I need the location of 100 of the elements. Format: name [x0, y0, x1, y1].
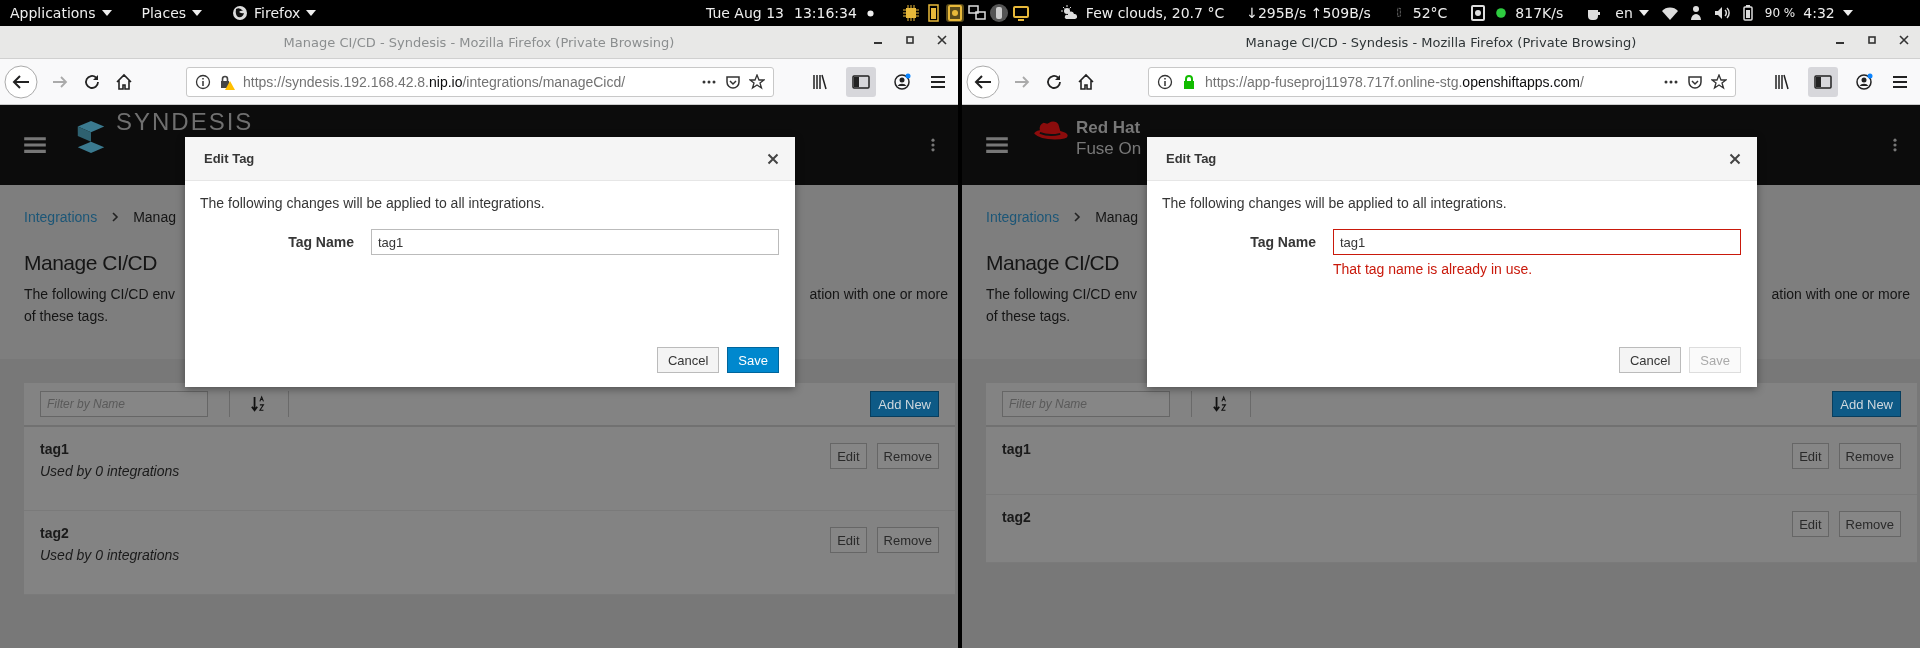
product-name: Fuse On [1076, 138, 1142, 159]
edit-button[interactable]: Edit [1792, 443, 1829, 469]
field-label: Tag Name [287, 233, 355, 252]
chevron-icon [1073, 211, 1082, 223]
cancel-button[interactable]: Cancel [1618, 347, 1682, 373]
chip-icon[interactable] [901, 4, 920, 22]
warning-lock-icon[interactable] [219, 73, 235, 90]
dialog-message: The following changes will be applied to all integrations. [1162, 195, 1508, 211]
network-speed[interactable]: ↓295B/s ↑509B/s [1246, 5, 1371, 21]
page-heading: Manage CI/CD [24, 251, 157, 275]
description-text: ation with one or more [1771, 285, 1910, 304]
back-icon[interactable] [4, 64, 38, 99]
caret-icon[interactable] [1842, 10, 1853, 16]
kebab-icon[interactable] [1892, 137, 1898, 153]
home-icon[interactable] [1076, 71, 1096, 92]
remove-button[interactable]: Remove [1838, 511, 1901, 537]
language-menu[interactable]: en [1611, 5, 1653, 21]
edit-button[interactable]: Edit [1792, 511, 1829, 537]
sort-icon[interactable] [1213, 395, 1229, 413]
caret-icon [1638, 10, 1649, 16]
tag-name: tag2 [40, 525, 70, 541]
page-heading: Manage CI/CD [986, 251, 1119, 275]
cpu-temperature[interactable]: 52°C [1412, 5, 1448, 21]
maximize-icon[interactable] [1866, 34, 1878, 46]
status-dot-icon [1495, 6, 1508, 20]
brand-name: Red Hat [1076, 117, 1142, 138]
remove-button[interactable]: Remove [876, 527, 939, 553]
info-icon[interactable] [195, 73, 211, 90]
close-icon[interactable] [936, 34, 948, 46]
dialog-message: The following changes will be applied to all integrations. [200, 195, 546, 211]
close-icon[interactable] [767, 152, 779, 165]
home-icon[interactable] [114, 71, 134, 92]
brand-name: SYNDESIS [116, 109, 254, 135]
edit-button[interactable]: Edit [830, 443, 867, 469]
sidebar-icon[interactable] [846, 66, 876, 97]
disk-speed[interactable]: 817K/s [1515, 5, 1564, 21]
edit-button[interactable]: Edit [830, 527, 867, 553]
disk-icon[interactable] [945, 4, 964, 22]
tag-name: tag2 [1002, 509, 1032, 525]
field-label: Tag Name [1249, 233, 1317, 252]
caret-icon [101, 10, 112, 16]
volume-icon[interactable] [1712, 4, 1731, 22]
kebab-icon[interactable] [930, 137, 936, 153]
close-icon[interactable] [1729, 152, 1741, 165]
maximize-icon[interactable] [904, 34, 916, 46]
record-dot-icon [866, 9, 874, 17]
panel-time: 13:16:34 [793, 5, 857, 21]
address-bar[interactable]: https://syndesis.192.168.42.8.nip.io/integrations/manageCicd/ [186, 66, 774, 97]
tag-name-field[interactable]: tag1 [1333, 229, 1741, 255]
sidebar-icon[interactable] [1808, 66, 1838, 97]
pocket-icon[interactable] [725, 73, 741, 90]
tag-name-field[interactable]: tag1 [371, 229, 779, 255]
star-icon[interactable] [749, 73, 765, 90]
back-icon[interactable] [966, 64, 1000, 99]
account-icon[interactable] [1854, 71, 1874, 92]
monitor-icon[interactable] [1011, 4, 1030, 22]
breadcrumb-current: Manag [133, 209, 176, 225]
add-new-button[interactable]: Add New [870, 391, 939, 417]
tag-usage: Used by 0 integrations [40, 547, 181, 563]
panel-menu[interactable]: Applications [6, 5, 116, 21]
dialog-title: Edit Tag [1166, 151, 1217, 166]
chevron-icon [111, 211, 120, 223]
sort-icon[interactable] [251, 395, 267, 413]
window-title: Manage CI/CD - Syndesis - Mozilla Firefox (Private Browsing) [1245, 34, 1637, 50]
network-icon[interactable] [967, 4, 986, 22]
save-button[interactable]: Save [727, 347, 779, 373]
firefox-icon [232, 5, 249, 21]
tag-name: tag1 [40, 441, 70, 457]
error-message: That tag name is already in use. [1333, 261, 1534, 277]
battery-time[interactable]: 4:32 [1803, 5, 1835, 21]
tag-usage: Used by 0 integrations [40, 463, 181, 479]
url-text[interactable]: https://syndesis.192.168.42.8.nip.io/integrations/manageCicd/ [243, 73, 693, 90]
address-bar[interactable]: https://app-fuseproj11978.717f.online-stg.openshiftapps.com/ [1148, 66, 1736, 97]
description-text: The following CI/CD env [24, 285, 175, 304]
url-text[interactable]: https://app-fuseproj11978.717f.online-stg.openshiftapps.com/ [1205, 73, 1655, 90]
tag-name: tag1 [1002, 441, 1032, 457]
description-text: ation with one or more [809, 285, 948, 304]
dialog-title: Edit Tag [204, 151, 255, 166]
panel-menu[interactable]: Places [137, 5, 207, 21]
remove-button[interactable]: Remove [876, 443, 939, 469]
panel-date: Tue Aug 13 [706, 5, 784, 21]
cancel-button[interactable]: Cancel [656, 347, 720, 373]
description-text: The following CI/CD env [986, 285, 1137, 304]
weather-text[interactable]: Few clouds, 20.7 °C [1085, 5, 1225, 21]
battery-percent[interactable]: 90 % [1764, 6, 1796, 20]
description-text: of these tags. [986, 307, 1072, 326]
lock-icon[interactable] [1181, 73, 1197, 90]
remove-button[interactable]: Remove [1838, 443, 1901, 469]
star-icon[interactable] [1711, 73, 1727, 90]
description-text: of these tags. [24, 307, 110, 326]
breadcrumb-current: Manag [1095, 209, 1138, 225]
close-icon[interactable] [1898, 34, 1910, 46]
caret-icon [306, 10, 317, 16]
caret-icon [192, 10, 203, 16]
pocket-icon[interactable] [1687, 73, 1703, 90]
add-new-button[interactable]: Add New [1832, 391, 1901, 417]
info-icon[interactable] [1157, 73, 1173, 90]
window-title: Manage CI/CD - Syndesis - Mozilla Firefox (Private Browsing) [283, 34, 675, 50]
account-icon[interactable] [892, 71, 912, 92]
panel-menu[interactable]: Firefox [228, 5, 321, 21]
